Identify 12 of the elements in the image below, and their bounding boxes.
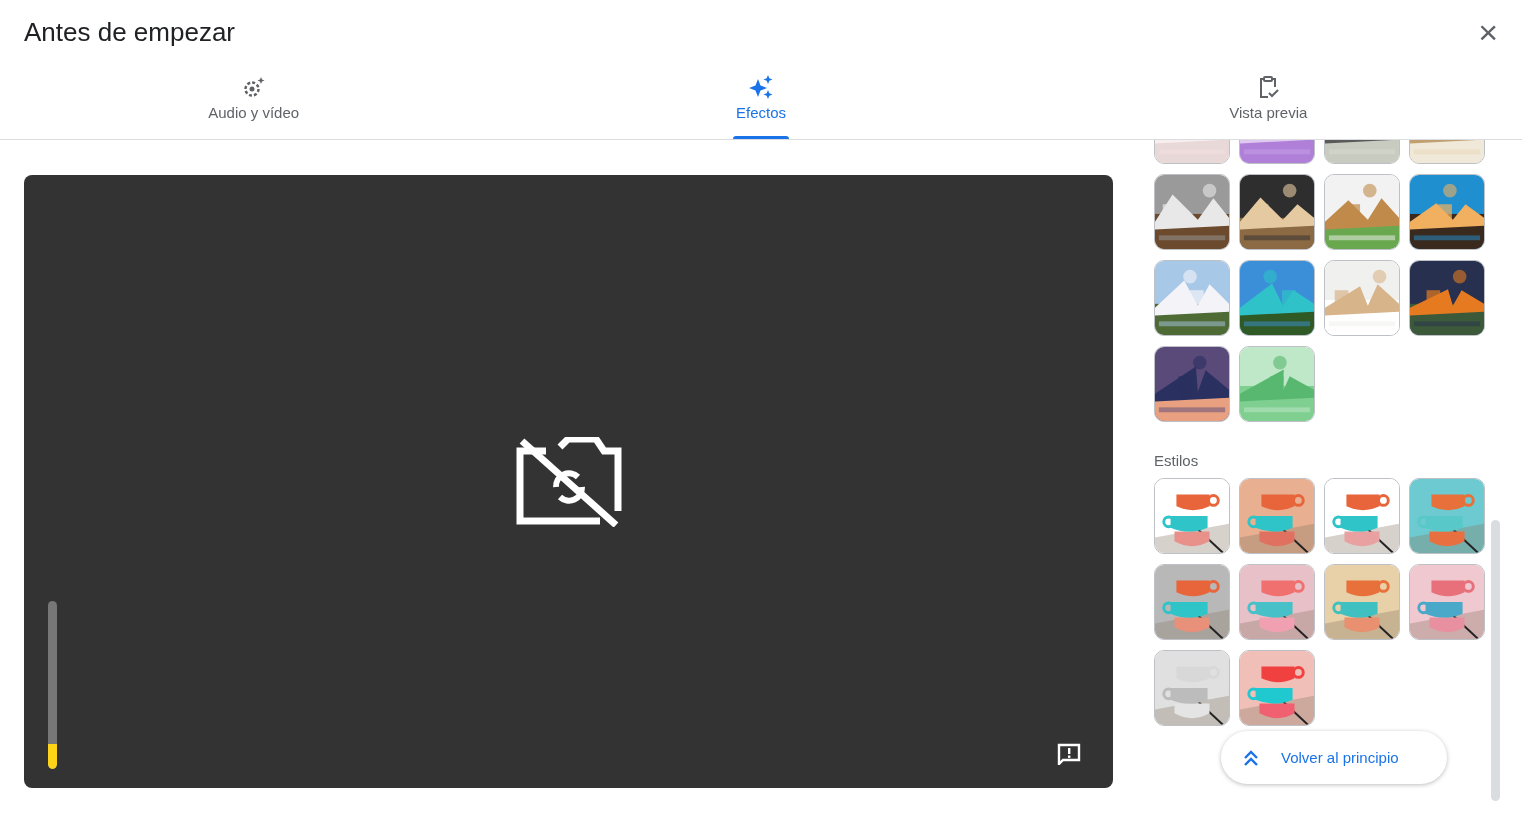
back-to-top-button[interactable]: Volver al principio [1221, 731, 1447, 784]
section-heading: Estilos [1154, 452, 1200, 469]
close-button[interactable]: × [1472, 15, 1504, 49]
tab[interactable]: Vista previa [1014, 64, 1522, 139]
camera-off-icon [515, 436, 622, 527]
double-chevron-up-icon [1243, 748, 1259, 767]
scrollbar[interactable] [1491, 520, 1500, 801]
tab[interactable]: Efectos [507, 64, 1015, 139]
sparkle-icon [748, 74, 774, 100]
feedback-icon[interactable] [1057, 743, 1081, 765]
dialog-title: Antes de empezar [24, 16, 235, 48]
tab[interactable]: Audio y vídeo [0, 64, 508, 139]
